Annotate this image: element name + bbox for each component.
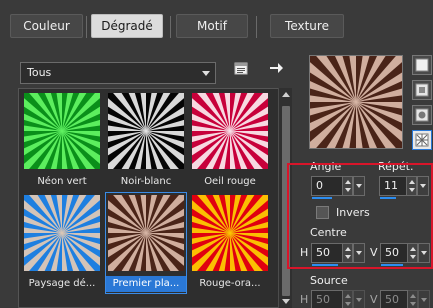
source-h-input[interactable]: 50 xyxy=(311,290,343,308)
centre-h-label: H xyxy=(300,246,309,259)
angle-slider[interactable] xyxy=(312,197,332,199)
centre-h-dropdown[interactable] xyxy=(353,243,365,263)
arrow-right-icon[interactable] xyxy=(268,60,284,76)
centre-h-stepper[interactable] xyxy=(342,243,353,263)
gradient-list-scrollbar[interactable] xyxy=(278,88,292,308)
centre-h-value: 50 xyxy=(316,246,330,259)
repeat-input[interactable]: 11 xyxy=(379,176,407,199)
gradient-thumbnail xyxy=(108,195,184,271)
tab-texture[interactable]: Texture xyxy=(270,14,344,38)
invert-checkbox[interactable] xyxy=(316,206,329,219)
gradient-label: Néon vert xyxy=(37,176,87,187)
tab-separator xyxy=(170,16,171,38)
gradient-thumbnail xyxy=(108,93,184,169)
gradient-thumbnail xyxy=(24,195,100,271)
tab-motif[interactable]: Motif xyxy=(176,14,248,38)
gradient-item[interactable]: Rouge-ora... xyxy=(190,193,270,293)
gradient-thumbnail xyxy=(192,93,268,169)
gradient-label: Oeil rouge xyxy=(204,176,256,187)
source-label: Source xyxy=(310,274,348,287)
category-select[interactable]: Tous xyxy=(20,62,216,84)
gradient-label: Rouge-ora... xyxy=(199,278,261,289)
source-h-stepper[interactable] xyxy=(342,290,353,308)
scroll-down-icon[interactable] xyxy=(282,299,290,304)
gradient-label: Paysage dé... xyxy=(28,278,96,289)
gradient-label: Premier pla... xyxy=(106,276,186,292)
repeat-label: Répét. xyxy=(378,160,414,173)
centre-v-value: 50 xyxy=(385,246,399,259)
tab-degrade[interactable]: Dégradé xyxy=(91,14,163,38)
source-v-stepper[interactable] xyxy=(407,290,418,308)
style-radial-button[interactable] xyxy=(412,105,432,125)
scrollbar-thumb[interactable] xyxy=(282,106,290,296)
tab-couleur[interactable]: Couleur xyxy=(10,14,83,38)
angle-input[interactable]: 0 xyxy=(311,176,343,199)
style-linear-button[interactable] xyxy=(412,55,432,75)
centre-v-stepper[interactable] xyxy=(407,243,418,263)
gradient-item-selected[interactable]: Premier pla... xyxy=(105,192,187,294)
centre-v-slider[interactable] xyxy=(381,264,403,266)
centre-label: Centre xyxy=(310,226,347,239)
chevron-down-icon xyxy=(202,71,210,76)
source-v-label: V xyxy=(370,293,378,306)
repeat-slider[interactable] xyxy=(380,197,396,199)
centre-v-dropdown[interactable] xyxy=(418,243,430,263)
centre-v-label: V xyxy=(370,246,378,259)
gradient-item[interactable]: Paysage dé... xyxy=(22,193,102,293)
source-h-value: 50 xyxy=(316,293,330,306)
source-v-dropdown[interactable] xyxy=(418,290,430,308)
invert-label[interactable]: Invers xyxy=(336,206,370,219)
angle-stepper[interactable] xyxy=(342,176,353,196)
tab-separator xyxy=(256,16,257,38)
category-select-value: Tous xyxy=(27,66,52,79)
repeat-dropdown[interactable] xyxy=(417,176,429,196)
gradient-label: Noir-blanc xyxy=(120,176,172,187)
gradient-thumbnail xyxy=(24,93,100,169)
gradient-list: Néon vert Noir-blanc Oeil rouge Paysage … xyxy=(18,88,292,308)
repeat-stepper[interactable] xyxy=(406,176,417,196)
angle-dropdown[interactable] xyxy=(353,176,365,196)
angle-value: 0 xyxy=(316,179,323,192)
centre-v-input[interactable]: 50 xyxy=(380,243,408,266)
centre-h-input[interactable]: 50 xyxy=(311,243,343,266)
gradient-editor-icon[interactable] xyxy=(233,60,249,76)
gradient-item[interactable]: Noir-blanc xyxy=(106,91,186,191)
tab-separator xyxy=(86,16,87,38)
source-v-value: 50 xyxy=(385,293,399,306)
gradient-item[interactable]: Néon vert xyxy=(22,91,102,191)
source-v-input[interactable]: 50 xyxy=(380,290,408,308)
repeat-value: 11 xyxy=(384,179,398,192)
gradient-thumbnail xyxy=(192,195,268,271)
source-h-label: H xyxy=(300,293,309,306)
scroll-up-icon[interactable] xyxy=(282,92,290,97)
style-sunburst-button[interactable] xyxy=(412,130,432,150)
style-rectangular-button[interactable] xyxy=(412,80,432,100)
source-h-dropdown[interactable] xyxy=(353,290,365,308)
gradient-item[interactable]: Oeil rouge xyxy=(190,91,270,191)
centre-h-slider[interactable] xyxy=(312,264,338,266)
gradient-preview xyxy=(309,55,403,149)
angle-label: Angle xyxy=(310,160,342,173)
